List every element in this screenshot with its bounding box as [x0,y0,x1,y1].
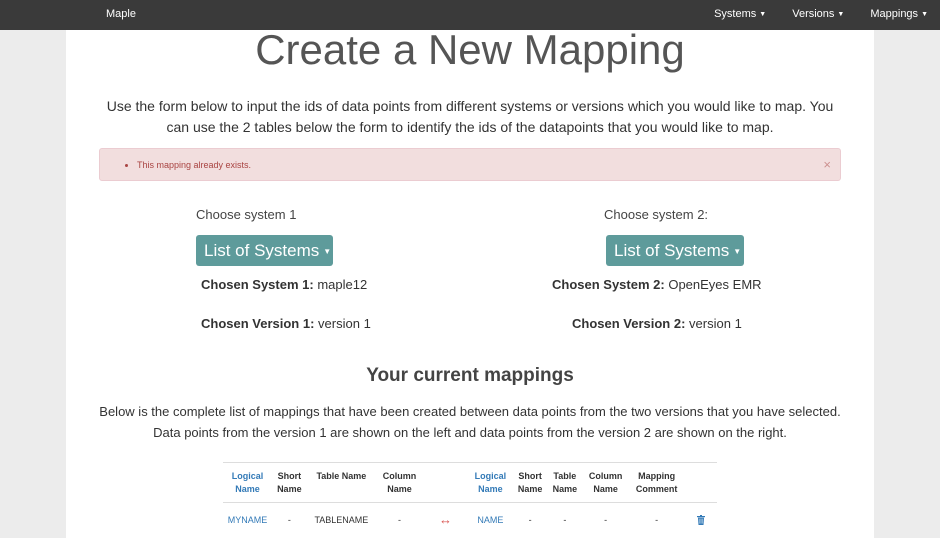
cell-column-name-1: - [398,514,402,525]
caret-down-icon: ▼ [921,10,928,18]
caret-down-icon: ▼ [759,10,767,18]
close-icon[interactable]: × [823,157,831,172]
system-2-button-label: List of Systems [614,241,730,260]
header-column-name-1: Column Name [376,462,423,503]
header-column-name-2: Column Name [582,462,630,503]
chosen-system-1-value: maple12 [317,277,368,292]
alert-list: This mapping already exists. [123,160,251,170]
chosen-version-1-value: version 1 [318,316,371,331]
nav-versions-label: Versions [792,8,835,20]
error-alert: This mapping already exists. × [99,148,841,181]
caret-down-icon: ▼ [733,247,742,257]
delete-mapping-button[interactable] [684,503,717,537]
header-logical-name-1[interactable]: Logical Name [223,462,272,503]
chosen-system-1-label: Chosen System 1: [201,277,314,292]
chosen-version-2-value: version 1 [689,316,742,331]
chosen-version-2-label: Chosen Version 2: [572,316,686,331]
header-short-name-1: Short Name [271,462,307,503]
chosen-system-2-value: OpenEyes EMR [668,277,762,292]
cell-mapping-comment: - [655,514,659,525]
page-title: Create a New Mapping [255,26,685,73]
table-row: MYNAME - TABLENAME - ↔ NAME - - - - [223,503,717,537]
cell-table-name-1: TABLENAME [314,514,369,525]
cell-logical-name-1[interactable]: MYNAME [223,503,272,537]
mappings-section-title: Your current mappings [366,365,574,386]
nav-systems-label: Systems [714,8,757,20]
chosen-version-1: Chosen Version 1: version 1 [201,316,371,331]
alert-message: This mapping already exists. [137,160,251,170]
header-mapping-comment: Mapping Comment [629,462,685,503]
mapping-arrow-icon: ↔ [438,512,452,527]
nav-mappings-label: Mappings [870,8,919,20]
chosen-system-2-label: Chosen System 2: [552,277,665,292]
system-2-dropdown-button[interactable]: List of Systems ▼ [606,235,744,266]
system-1-button-label: List of Systems [204,241,320,260]
table-header-row: Logical Name Short Name Table Name Colum… [223,462,717,503]
navbar: Maple Systems ▼ Versions ▼ Mappings ▼ [0,0,940,30]
chosen-version-2: Chosen Version 2: version 1 [572,316,742,331]
header-action-spacer [684,462,717,503]
system-1-dropdown-button[interactable]: List of Systems ▼ [196,235,333,266]
caret-down-icon: ▼ [837,10,845,18]
main-content: Create a New Mapping Use the form below … [66,26,874,538]
chosen-system-2: Chosen System 2: OpenEyes EMR [552,277,762,292]
cell-short-name-2: - [528,514,532,525]
intro-text: Use the form below to input the ids of d… [106,98,834,135]
cell-column-name-2: - [604,514,608,525]
chosen-system-1: Chosen System 1: maple12 [201,277,367,292]
caret-down-icon: ▼ [323,247,332,257]
header-table-name-1: Table Name [306,462,377,503]
header-arrow-spacer [423,462,468,503]
nav-mappings-dropdown[interactable]: Mappings ▼ [870,8,928,20]
choose-system-2-label: Choose system 2: [604,207,709,222]
nav-versions-dropdown[interactable]: Versions ▼ [792,8,844,20]
nav-menu: Systems ▼ Versions ▼ Mappings ▼ [700,8,940,20]
nav-systems-dropdown[interactable]: Systems ▼ [714,8,766,20]
trash-icon [696,514,705,525]
mappings-table: Logical Name Short Name Table Name Colum… [223,462,717,536]
chosen-version-1-label: Chosen Version 1: [201,316,315,331]
mappings-description: Below is the complete list of mappings t… [99,404,841,440]
header-logical-name-2[interactable]: Logical Name [467,462,513,503]
cell-logical-name-2[interactable]: NAME [468,503,513,537]
choose-system-1-label: Choose system 1 [196,207,297,222]
header-table-name-2: Table Name [547,462,583,503]
cell-short-name-1: - [287,514,291,525]
cell-table-name-2: - [563,514,567,525]
header-short-name-2: Short Name [512,462,548,503]
brand-link[interactable]: Maple [106,8,136,20]
